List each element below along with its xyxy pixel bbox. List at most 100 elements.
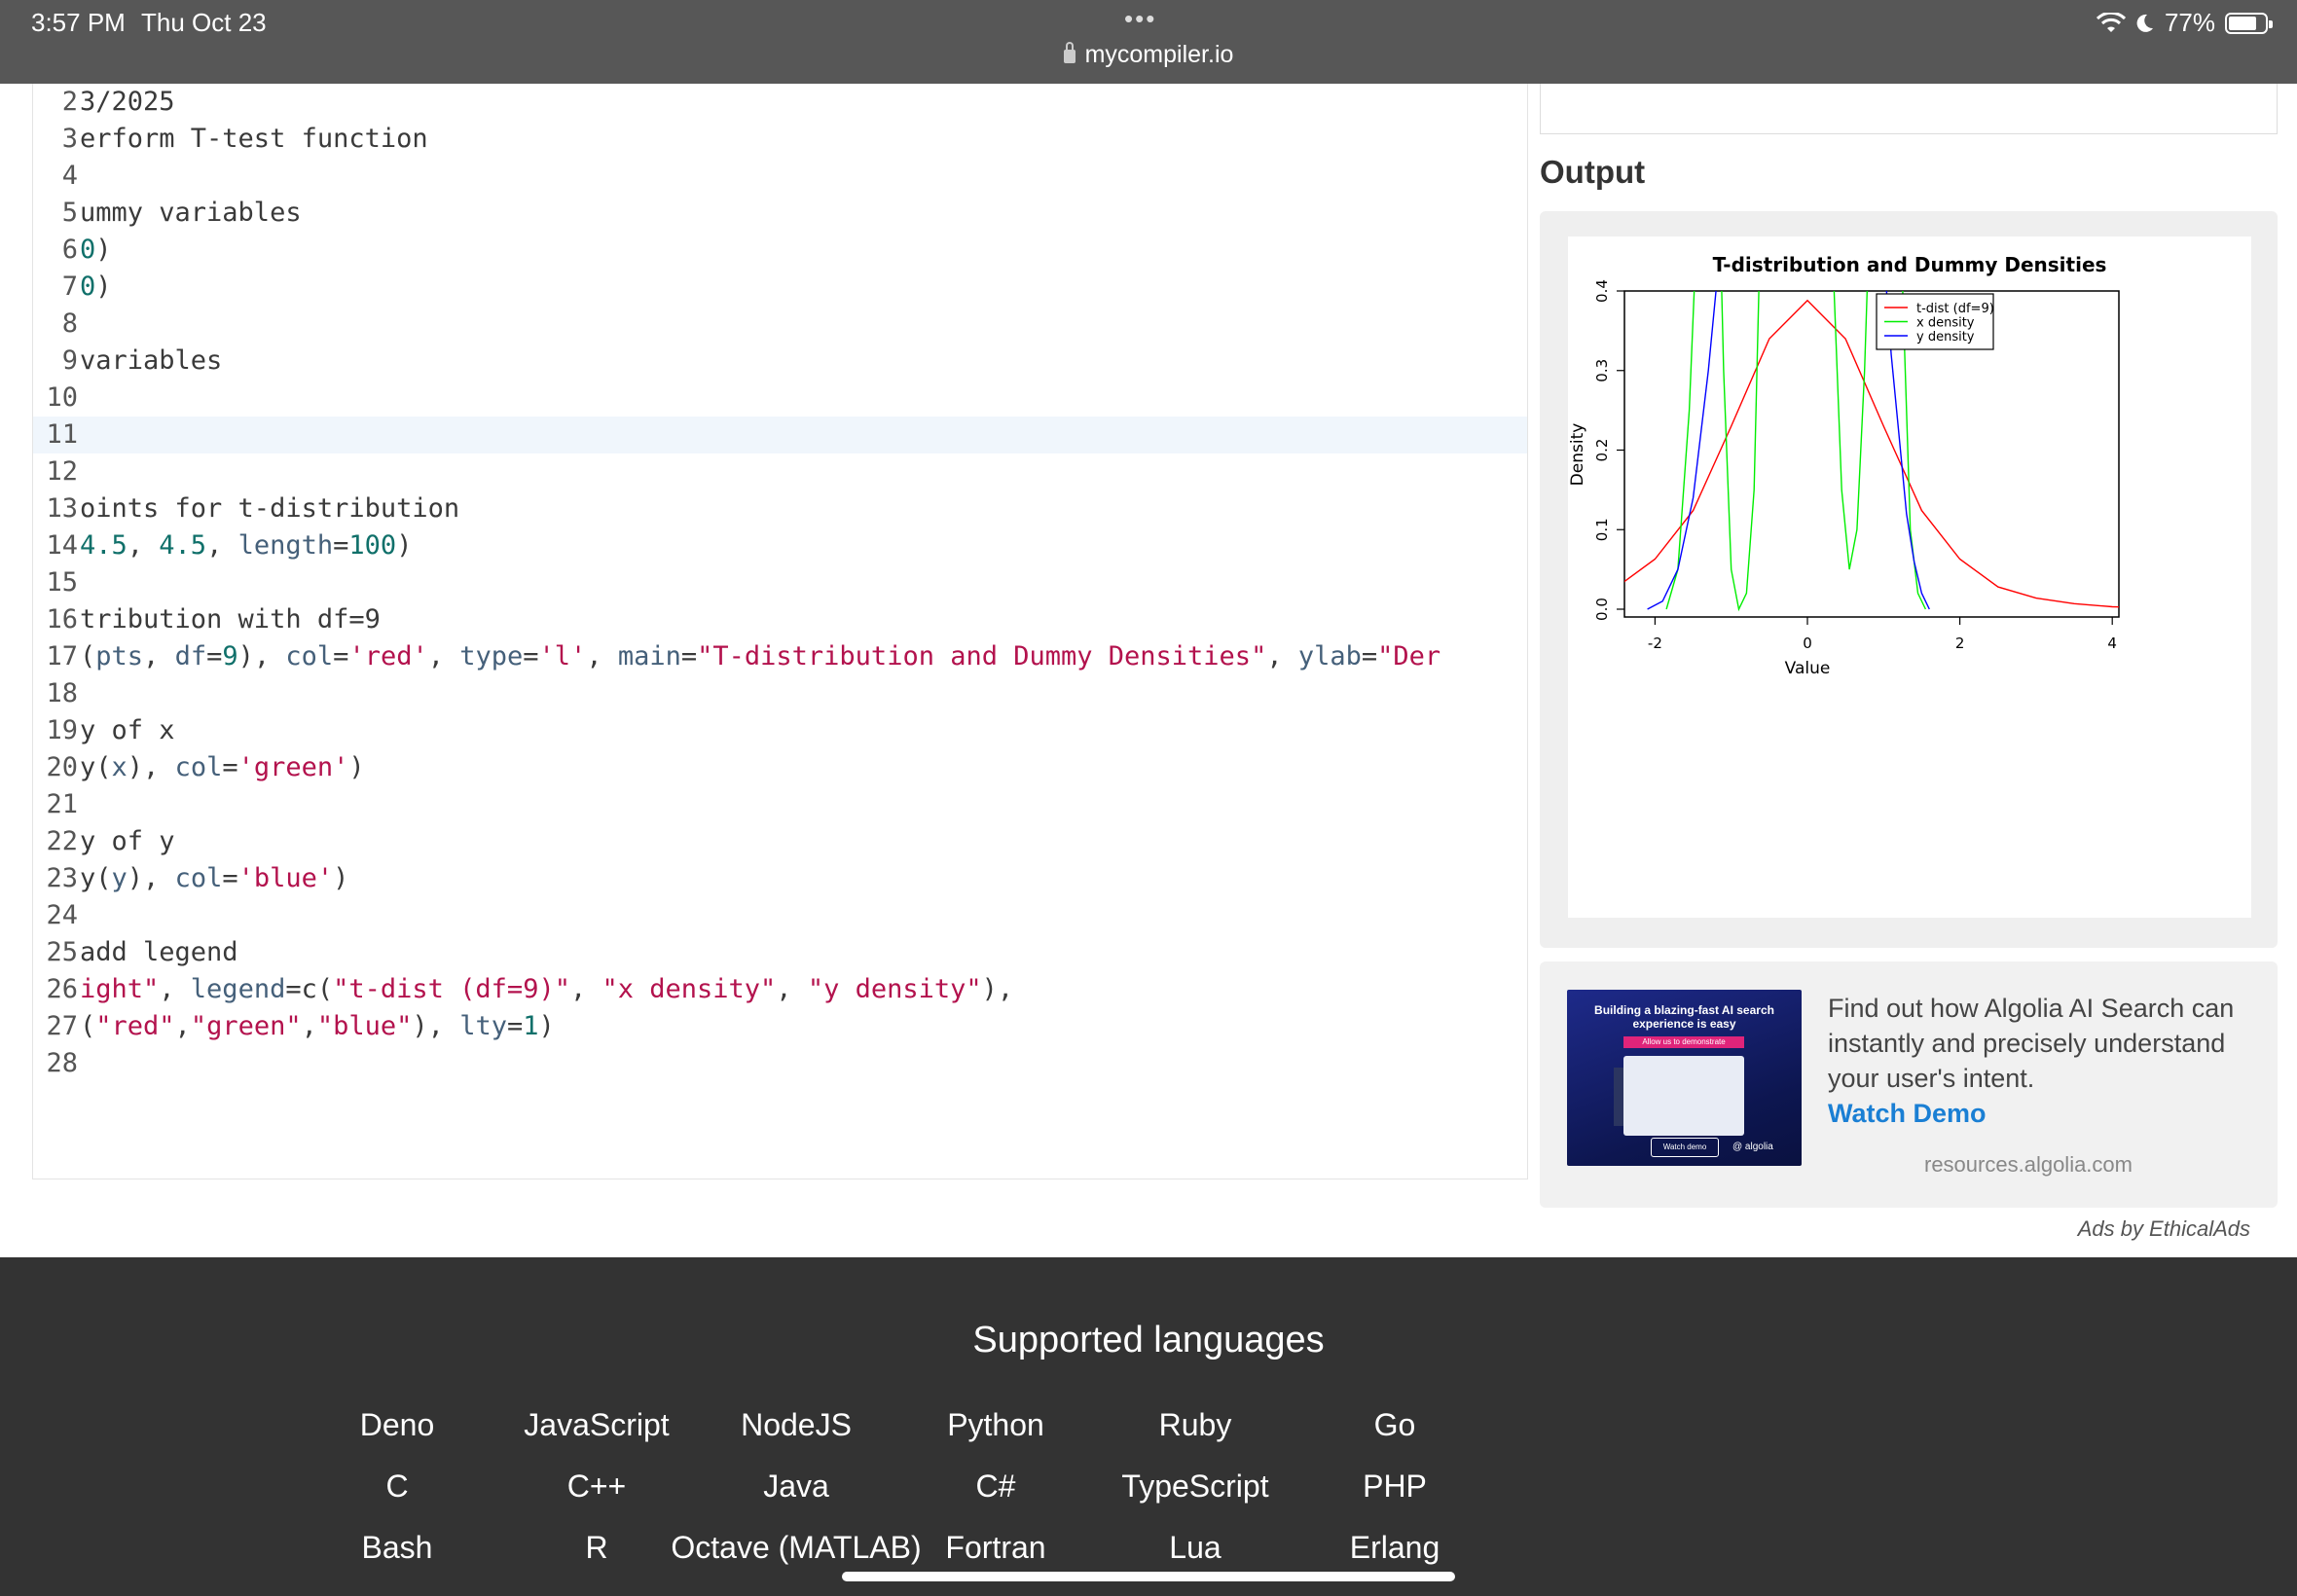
code-line[interactable]: 25add legend — [33, 934, 1527, 971]
code-token: ight" — [80, 974, 160, 1004]
code-token: ( — [80, 1011, 96, 1041]
output-plot: T-distribution and Dummy Densities-4-202… — [1495, 236, 2251, 918]
code-line[interactable]: 12 — [33, 453, 1527, 490]
address-bar[interactable]: mycompiler.io — [0, 41, 2297, 69]
code-line[interactable]: 4 — [33, 158, 1527, 195]
code-token: y — [111, 863, 128, 893]
line-number: 14 — [46, 530, 78, 561]
code-line[interactable]: 60) — [33, 232, 1527, 269]
code-editor[interactable]: 23/2025 3erform T-test function 4 5ummy var… — [32, 84, 1528, 1179]
battery-icon — [2225, 12, 2273, 34]
code-token: = — [523, 641, 539, 671]
code-line[interactable]: 70) — [33, 269, 1527, 306]
code-line[interactable]: 3erform T-test function — [33, 121, 1527, 158]
code-token: ylab — [1297, 641, 1362, 671]
code-line[interactable]: 19y of x — [33, 712, 1527, 749]
ad-description: Find out how Algolia AI Search can insta… — [1828, 994, 2235, 1093]
code-line[interactable]: 23/2025 — [33, 84, 1527, 121]
code-line[interactable]: 144.5, 4.5, length=100) — [33, 527, 1527, 564]
line-number: 8 — [61, 308, 78, 339]
code-line[interactable]: 9variables — [33, 343, 1527, 380]
code-token: variables — [80, 345, 223, 376]
code-token: y of x — [80, 715, 175, 745]
code-token: "t-dist (df=9)" — [333, 974, 570, 1004]
code-line[interactable]: 18 — [33, 675, 1527, 712]
code-line[interactable]: 10 — [33, 380, 1527, 417]
legend-label: x density — [1916, 316, 1975, 331]
code-token: 9 — [222, 641, 238, 671]
code-token: lty — [459, 1011, 507, 1041]
code-line[interactable]: 23y(y), col='blue') — [33, 860, 1527, 897]
line-number: 12 — [46, 456, 78, 487]
code-token: "T-distribution and Dummy Densities" — [697, 641, 1267, 671]
code-token: x — [111, 752, 128, 782]
code-token: tribution with df=9 — [80, 604, 381, 635]
status-bar: 3:57 PM Thu Oct 23 ••• mycompiler.io 77% — [0, 0, 2297, 84]
ad-image[interactable]: Building a blazing-fast AI search experi… — [1567, 990, 1802, 1166]
code-line[interactable]: 13oints for t-distribution — [33, 490, 1527, 527]
line-number: 5 — [61, 198, 78, 228]
language-link[interactable]: Go — [1258, 1407, 1531, 1443]
code-token: = — [680, 641, 698, 671]
code-line[interactable]: 26ight", legend=c("t-dist (df=9)", "x de… — [33, 971, 1527, 1008]
code-token: = — [506, 1011, 524, 1041]
code-line[interactable]: 22y of y — [33, 823, 1527, 860]
input-box[interactable] — [1540, 84, 2278, 134]
code-line[interactable]: 17(pts, df=9), col='red', type='l', main… — [33, 638, 1527, 675]
code-token: ) — [538, 1011, 555, 1041]
code-line[interactable]: 5ummy variables — [33, 195, 1527, 232]
code-line[interactable]: 27("red","green","blue"), lty=1) — [33, 1008, 1527, 1045]
watch-demo-link[interactable]: Watch Demo — [1828, 1096, 2256, 1131]
legend-label: t-dist (df=9) — [1916, 302, 1994, 316]
ad-image-screen-mockup — [1623, 1056, 1744, 1136]
code-token: col — [174, 752, 223, 782]
code-token: = — [222, 863, 238, 893]
series-line-3 — [1647, 291, 1930, 610]
code-token: 'red' — [348, 641, 428, 671]
ad-image-pill: Allow us to demonstrate — [1623, 1036, 1744, 1048]
line-number: 23 — [46, 863, 78, 893]
ad-image-heading: Building a blazing-fast AI search experi… — [1594, 1003, 1774, 1031]
code-token: "x density" — [602, 974, 777, 1004]
chart-title: T-distribution and Dummy Densities — [1713, 253, 2107, 276]
code-token: 1 — [523, 1011, 539, 1041]
code-token: 'blue' — [237, 863, 334, 893]
legend-label: y density — [1916, 330, 1975, 345]
home-indicator[interactable] — [842, 1572, 1455, 1581]
language-link[interactable]: PHP — [1258, 1469, 1531, 1505]
line-number: 26 — [46, 974, 78, 1004]
ad-panel[interactable]: Building a blazing-fast AI search experi… — [1540, 961, 2278, 1208]
code-line[interactable]: 8 — [33, 306, 1527, 343]
code-line[interactable]: 28 — [33, 1045, 1527, 1082]
code-token: df — [174, 641, 207, 671]
code-token: = — [206, 641, 223, 671]
code-token: y( — [80, 863, 112, 893]
code-token: "Der — [1377, 641, 1441, 671]
footer: Supported languages Deno JavaScript NodeJS… — [0, 1257, 2297, 1596]
code-line[interactable]: 15 — [33, 564, 1527, 601]
language-link[interactable]: Erlang — [1258, 1530, 1531, 1566]
x-tick-label: 4 — [2107, 635, 2117, 652]
code-token: , — [159, 974, 191, 1004]
code-line[interactable]: 24 — [33, 897, 1527, 934]
code-token: , — [776, 974, 808, 1004]
x-tick-label: -2 — [1648, 635, 1662, 652]
y-tick-label: 0.1 — [1593, 518, 1611, 541]
code-token: = — [1361, 641, 1378, 671]
line-number: 19 — [46, 715, 78, 745]
line-number: 6 — [61, 235, 78, 265]
line-number: 21 — [46, 789, 78, 819]
code-token: y( — [80, 752, 112, 782]
multitasking-dots-icon[interactable]: ••• — [1124, 4, 1156, 34]
code-token: "y density" — [807, 974, 982, 1004]
code-token: col — [285, 641, 334, 671]
ads-credit[interactable]: Ads by EthicalAds — [2078, 1216, 2250, 1242]
supported-languages-title: Supported languages — [972, 1320, 1325, 1360]
y-tick-label: 0.4 — [1593, 279, 1611, 303]
code-token: length — [237, 530, 334, 561]
code-line[interactable]: 21 — [33, 786, 1527, 823]
code-line[interactable]: 16tribution with df=9 — [33, 601, 1527, 638]
ad-domain: resources.algolia.com — [1924, 1152, 2133, 1177]
code-line[interactable]: 20y(x), col='green') — [33, 749, 1527, 786]
code-line[interactable]: 11 — [33, 417, 1527, 453]
